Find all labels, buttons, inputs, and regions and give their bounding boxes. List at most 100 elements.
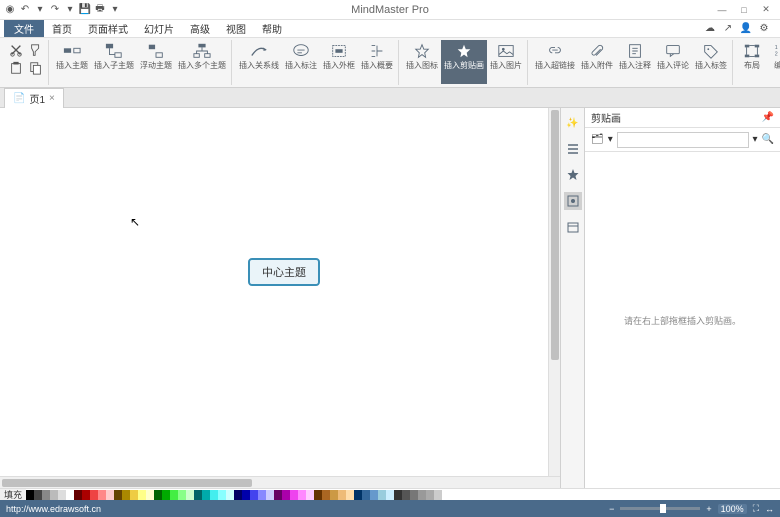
color-swatch[interactable] bbox=[178, 490, 186, 500]
insert-attachment-button[interactable]: 插入附件 bbox=[578, 40, 616, 84]
color-swatch[interactable] bbox=[410, 490, 418, 500]
color-swatch[interactable] bbox=[378, 490, 386, 500]
insert-clipart-button[interactable]: 插入剪贴画 bbox=[441, 40, 487, 84]
color-swatch[interactable] bbox=[314, 490, 322, 500]
numbering-button[interactable]: 12 编号 bbox=[767, 40, 780, 84]
fit-width-icon[interactable]: ↔ bbox=[765, 504, 774, 514]
color-swatch[interactable] bbox=[282, 490, 290, 500]
color-swatch[interactable] bbox=[338, 490, 346, 500]
save-icon[interactable]: 💾 bbox=[79, 4, 91, 16]
color-swatch[interactable] bbox=[34, 490, 42, 500]
side-list-icon[interactable] bbox=[564, 140, 582, 158]
color-swatch[interactable] bbox=[242, 490, 250, 500]
insert-boundary-button[interactable]: 插入外框 bbox=[320, 40, 358, 84]
color-swatch[interactable] bbox=[66, 490, 74, 500]
undo-icon[interactable]: ↶ bbox=[19, 4, 31, 16]
color-swatch[interactable] bbox=[274, 490, 282, 500]
cloud-icon[interactable]: ☁ bbox=[704, 23, 716, 35]
color-swatch[interactable] bbox=[106, 490, 114, 500]
insert-icon-button[interactable]: 插入图标 bbox=[403, 40, 441, 84]
cut-icon[interactable] bbox=[8, 42, 24, 58]
color-swatch[interactable] bbox=[170, 490, 178, 500]
color-swatch[interactable] bbox=[90, 490, 98, 500]
canvas[interactable]: 中心主题 bbox=[0, 108, 548, 476]
menu-advanced[interactable]: 高级 bbox=[182, 20, 218, 37]
panel-filter-icon[interactable]: 🗂 bbox=[591, 134, 604, 145]
insert-image-button[interactable]: 插入图片 bbox=[487, 40, 525, 84]
side-wand-icon[interactable]: ✨ bbox=[564, 114, 582, 132]
color-swatch[interactable] bbox=[130, 490, 138, 500]
color-swatch[interactable] bbox=[426, 490, 434, 500]
menu-pagestyle[interactable]: 页面样式 bbox=[80, 20, 136, 37]
paste-icon[interactable] bbox=[8, 60, 24, 76]
scrollbar-horizontal[interactable] bbox=[0, 476, 560, 488]
zoom-out-icon[interactable]: − bbox=[609, 504, 614, 514]
color-swatch[interactable] bbox=[322, 490, 330, 500]
color-swatch[interactable] bbox=[210, 490, 218, 500]
share-icon[interactable]: ↗ bbox=[722, 23, 734, 35]
color-swatch[interactable] bbox=[226, 490, 234, 500]
color-swatch[interactable] bbox=[346, 490, 354, 500]
document-tab[interactable]: 📄 页1 × bbox=[4, 88, 64, 108]
scroll-thumb-v[interactable] bbox=[551, 110, 559, 360]
zoom-slider[interactable] bbox=[620, 507, 700, 510]
color-swatch[interactable] bbox=[386, 490, 394, 500]
menu-slide[interactable]: 幻灯片 bbox=[136, 20, 182, 37]
insert-note-button[interactable]: 插入注释 bbox=[616, 40, 654, 84]
color-swatch[interactable] bbox=[402, 490, 410, 500]
qat-dropdown-icon[interactable]: ▾ bbox=[109, 4, 121, 16]
color-swatch[interactable] bbox=[418, 490, 426, 500]
undo-dropdown-icon[interactable]: ▾ bbox=[34, 4, 46, 16]
color-swatch[interactable] bbox=[330, 490, 338, 500]
menu-home[interactable]: 首页 bbox=[44, 20, 80, 37]
color-swatch[interactable] bbox=[362, 490, 370, 500]
insert-tag-button[interactable]: 插入标签 bbox=[692, 40, 730, 84]
insert-comment-button[interactable]: 插入评论 bbox=[654, 40, 692, 84]
insert-hyperlink-button[interactable]: 插入超链接 bbox=[532, 40, 578, 84]
color-swatch[interactable] bbox=[290, 490, 298, 500]
side-calendar-icon[interactable] bbox=[564, 218, 582, 236]
panel-clear-icon[interactable]: ▾ bbox=[753, 134, 758, 145]
menu-file[interactable]: 文件 bbox=[4, 20, 44, 37]
copy-icon[interactable] bbox=[28, 60, 44, 76]
layout-button[interactable]: 布局 bbox=[737, 40, 767, 84]
color-swatch[interactable] bbox=[250, 490, 258, 500]
floating-topic-button[interactable]: 浮动主题 bbox=[137, 40, 175, 84]
color-swatch[interactable] bbox=[218, 490, 226, 500]
redo-dropdown-icon[interactable]: ▾ bbox=[64, 4, 76, 16]
color-swatch[interactable] bbox=[394, 490, 402, 500]
format-painter-icon[interactable] bbox=[28, 42, 44, 58]
print-icon[interactable]: 🖶 bbox=[94, 4, 106, 16]
insert-relation-button[interactable]: 插入关系线 bbox=[236, 40, 282, 84]
insert-summary-button[interactable]: 插入概要 bbox=[358, 40, 396, 84]
side-clipart-icon[interactable] bbox=[564, 192, 582, 210]
side-star-icon[interactable] bbox=[564, 166, 582, 184]
central-topic[interactable]: 中心主题 bbox=[248, 258, 320, 286]
panel-pin-icon[interactable]: 📌 bbox=[762, 112, 774, 123]
color-swatch[interactable] bbox=[138, 490, 146, 500]
color-swatch[interactable] bbox=[26, 490, 34, 500]
color-swatch[interactable] bbox=[146, 490, 154, 500]
color-swatch[interactable] bbox=[154, 490, 162, 500]
maximize-button[interactable]: □ bbox=[734, 2, 754, 18]
insert-subtopic-button[interactable]: 插入子主题 bbox=[91, 40, 137, 84]
color-swatch[interactable] bbox=[114, 490, 122, 500]
color-swatch[interactable] bbox=[82, 490, 90, 500]
insert-topic-button[interactable]: 插入主题 bbox=[53, 40, 91, 84]
color-swatch[interactable] bbox=[50, 490, 58, 500]
tab-close-icon[interactable]: × bbox=[49, 93, 55, 104]
color-swatch[interactable] bbox=[122, 490, 130, 500]
minimize-button[interactable]: — bbox=[712, 2, 732, 18]
panel-dropdown-icon[interactable]: ▾ bbox=[608, 134, 613, 145]
color-swatch[interactable] bbox=[58, 490, 66, 500]
color-swatch[interactable] bbox=[186, 490, 194, 500]
color-swatch[interactable] bbox=[74, 490, 82, 500]
zoom-in-icon[interactable]: + bbox=[706, 504, 711, 514]
color-swatch[interactable] bbox=[194, 490, 202, 500]
color-swatch[interactable] bbox=[354, 490, 362, 500]
insert-callout-button[interactable]: 插入标注 bbox=[282, 40, 320, 84]
color-swatch[interactable] bbox=[202, 490, 210, 500]
color-swatch[interactable] bbox=[306, 490, 314, 500]
zoom-percent[interactable]: 100% bbox=[718, 504, 747, 514]
panel-search-input[interactable] bbox=[617, 132, 749, 148]
